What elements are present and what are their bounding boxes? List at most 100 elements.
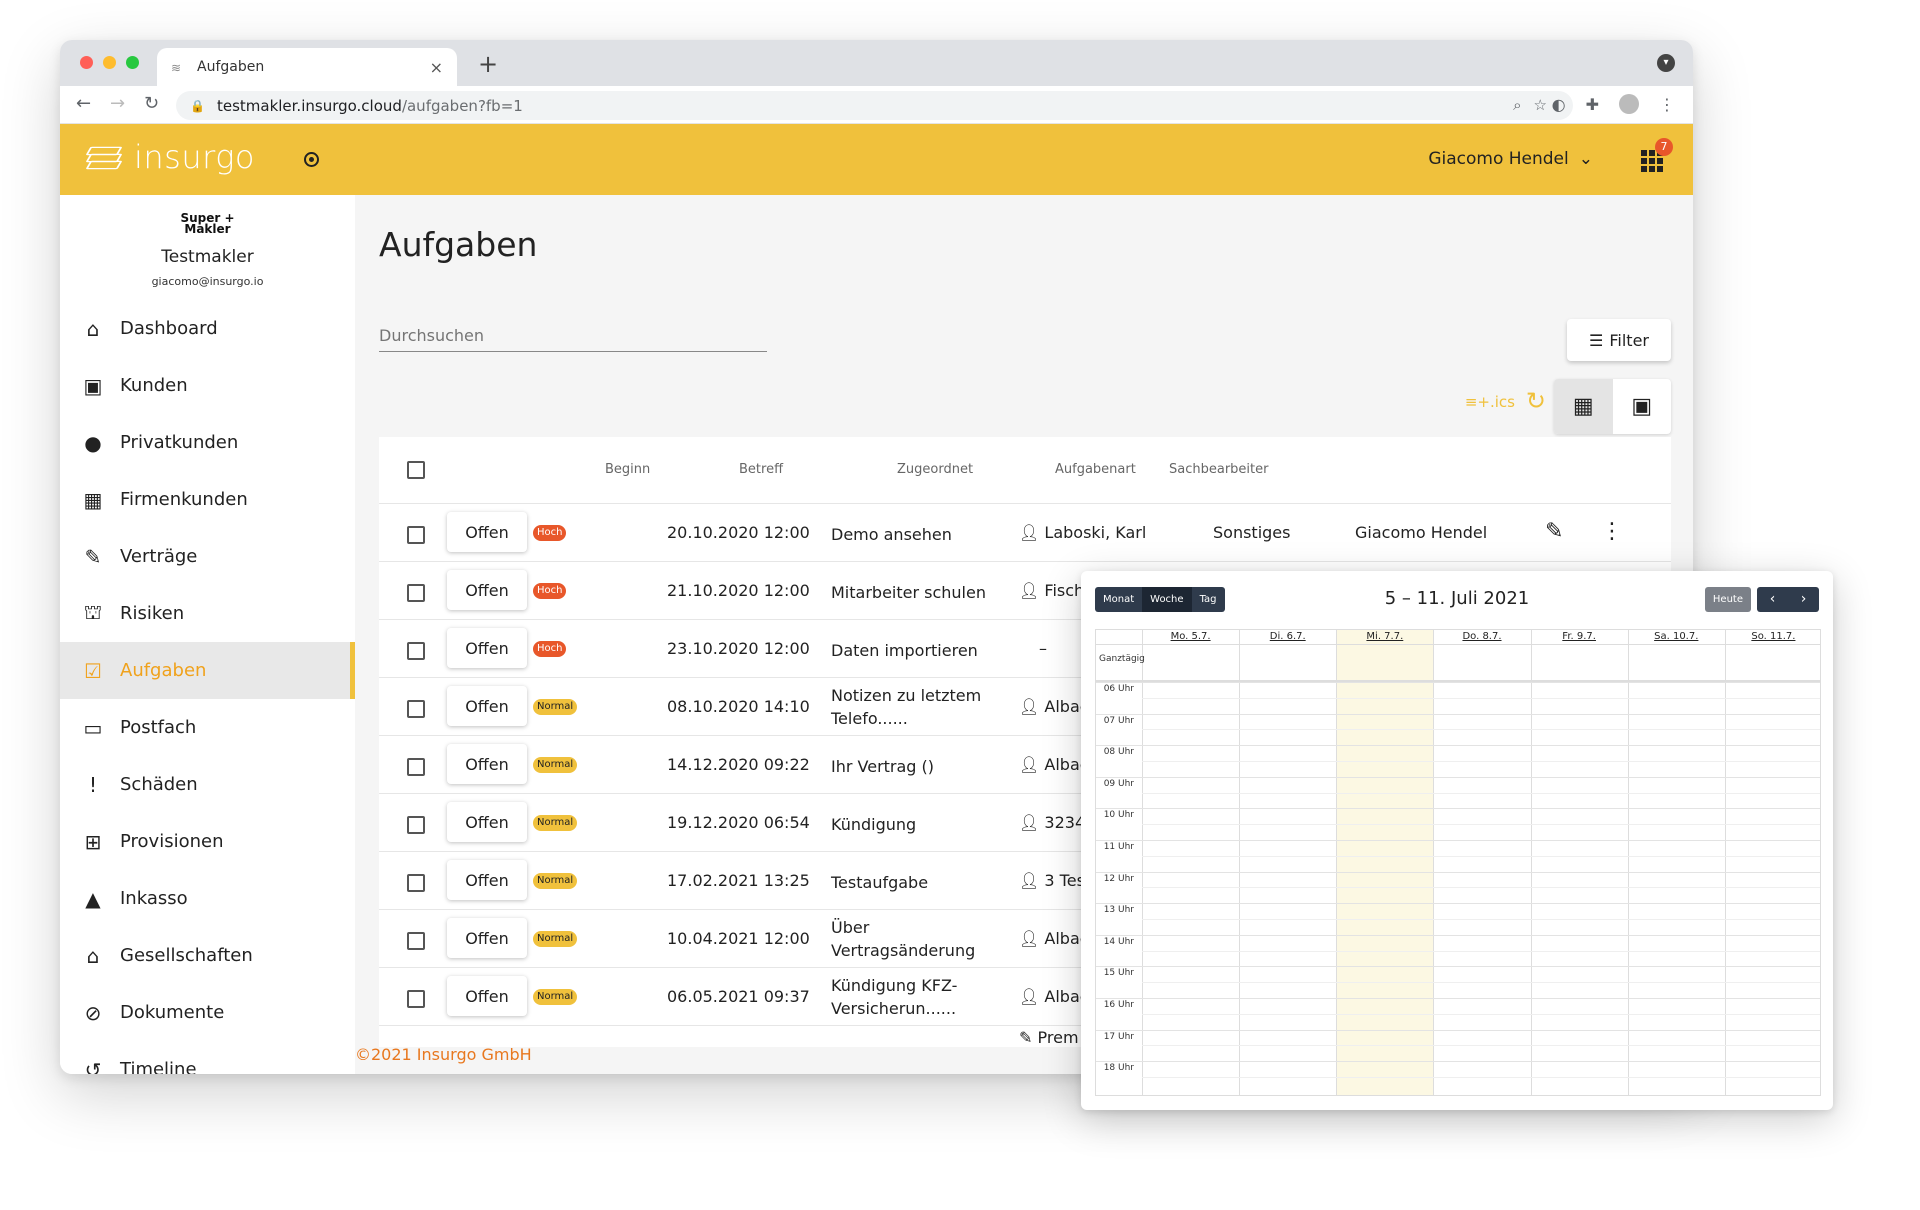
col-zugeordnet[interactable]: Zugeordnet	[897, 462, 973, 477]
row-checkbox[interactable]	[407, 642, 425, 660]
day-header[interactable]: Do. 8.7.	[1433, 630, 1530, 644]
row-assignee[interactable]: 👤︎ Fisch	[1019, 581, 1084, 600]
edit-icon[interactable]: ✎	[1545, 519, 1563, 544]
table-view-icon[interactable]: ▦	[1554, 379, 1613, 434]
next-week-button[interactable]: ›	[1788, 587, 1819, 612]
sidebar-item-privatkunden[interactable]: ● Privatkunden	[60, 414, 355, 471]
profile-avatar[interactable]	[1619, 94, 1639, 114]
insurgo-logo[interactable]: insurgo	[85, 138, 255, 176]
forward-icon[interactable]: →	[110, 93, 125, 114]
row-subject[interactable]: Daten importieren	[831, 639, 1011, 662]
row-subject[interactable]: Demo ansehen	[831, 523, 1011, 546]
row-assignee[interactable]: 👤︎ 3 Tes	[1019, 871, 1085, 890]
row-checkbox[interactable]	[407, 584, 425, 602]
day-column[interactable]	[1142, 630, 1239, 1095]
sidebar-item-kunden[interactable]: ▣ Kunden	[60, 357, 355, 414]
sidebar-item-timeline[interactable]: ↺ Timeline	[60, 1041, 355, 1075]
ics-export-button[interactable]: ≡+.ics	[1465, 393, 1515, 411]
maximize-window-button[interactable]	[126, 56, 139, 69]
day-column[interactable]	[1433, 630, 1530, 1095]
status-button[interactable]: Offen	[447, 570, 527, 610]
person-icon: 👤︎	[1019, 929, 1045, 948]
reload-icon[interactable]: ↻	[144, 93, 159, 114]
day-header[interactable]: Mo. 5.7.	[1142, 630, 1239, 644]
day-header[interactable]: Sa. 10.7.	[1628, 630, 1725, 644]
col-sachbearbeiter[interactable]: Sachbearbeiter	[1169, 462, 1268, 477]
row-assignee[interactable]: 👤︎ Laboski, Karl	[1019, 523, 1146, 542]
day-header[interactable]: Di. 6.7.	[1239, 630, 1336, 644]
sidebar-item-gesellschaften[interactable]: ⌂ Gesellschaften	[60, 927, 355, 984]
day-header[interactable]: So. 11.7.	[1725, 630, 1822, 644]
col-beginn[interactable]: Beginn	[605, 462, 650, 477]
row-checkbox[interactable]	[407, 700, 425, 718]
tab-title: Aufgaben	[197, 59, 265, 75]
back-icon[interactable]: ←	[76, 93, 91, 114]
minimize-window-button[interactable]	[103, 56, 116, 69]
row-checkbox[interactable]	[407, 990, 425, 1008]
day-column[interactable]	[1239, 630, 1336, 1095]
row-checkbox[interactable]	[407, 816, 425, 834]
sidebar-item-inkasso[interactable]: ▲ Inkasso	[60, 870, 355, 927]
row-subject[interactable]: Ihr Vertrag ()	[831, 755, 1011, 778]
row-assignee[interactable]: 👤︎ Albac	[1019, 929, 1089, 948]
extension-icon[interactable]: ◐	[1552, 95, 1566, 114]
sidebar-item-risiken[interactable]: ⛫ Risiken	[60, 585, 355, 642]
browser-menu-icon[interactable]: ⋮	[1659, 95, 1675, 114]
tab-close-icon[interactable]: ×	[430, 58, 443, 77]
select-all-checkbox[interactable]	[407, 461, 425, 479]
sidebar-item-provisionen[interactable]: ⊞ Provisionen	[60, 813, 355, 870]
record-icon[interactable]	[304, 152, 319, 167]
row-assignee[interactable]: 👤︎ Albac	[1019, 987, 1089, 1006]
row-checkbox[interactable]	[407, 758, 425, 776]
row-checkbox[interactable]	[407, 874, 425, 892]
row-checkbox[interactable]	[407, 526, 425, 544]
sidebar-item-verträge[interactable]: ✎ Verträge	[60, 528, 355, 585]
status-button[interactable]: Offen	[447, 860, 527, 900]
tab-search-icon[interactable]: ▾	[1657, 54, 1675, 72]
user-menu[interactable]: Giacomo Hendel ⌄	[1428, 149, 1593, 169]
status-button[interactable]: Offen	[447, 744, 527, 784]
sidebar-item-dashboard[interactable]: ⌂ Dashboard	[60, 300, 355, 357]
sidebar-item-postfach[interactable]: ▭ Postfach	[60, 699, 355, 756]
sidebar-item-dokumente[interactable]: ⊘ Dokumente	[60, 984, 355, 1041]
status-button[interactable]: Offen	[447, 976, 527, 1016]
row-assignee[interactable]: 👤︎ Albac	[1019, 697, 1089, 716]
sidebar-item-schäden[interactable]: ! Schäden	[60, 756, 355, 813]
row-checkbox[interactable]	[407, 932, 425, 950]
row-subject[interactable]: Kündigung KFZ-Versicherun......	[831, 974, 1011, 1020]
status-button[interactable]: Offen	[447, 802, 527, 842]
status-button[interactable]: Offen	[447, 628, 527, 668]
row-subject[interactable]: Kündigung	[831, 813, 1011, 836]
address-bar[interactable]: 🔒 testmakler.insurgo.cloud /aufgaben?fb=…	[176, 91, 1573, 120]
row-subject[interactable]: Testaufgabe	[831, 871, 1011, 894]
col-aufgabenart[interactable]: Aufgabenart	[1055, 462, 1136, 477]
calendar-view-icon[interactable]: ▣	[1613, 379, 1672, 434]
row-subject[interactable]: Notizen zu letztem Telefo......	[831, 684, 1011, 730]
sidebar-item-aufgaben[interactable]: ☑ Aufgaben	[60, 642, 355, 699]
status-button[interactable]: Offen	[447, 512, 527, 552]
more-vert-icon[interactable]: ⋮	[1601, 519, 1623, 544]
prev-week-button[interactable]: ‹	[1757, 587, 1788, 612]
row-assignee[interactable]: 👤︎ Albac	[1019, 755, 1089, 774]
row-assignee[interactable]: 👤︎ 3234	[1019, 813, 1085, 832]
row-assignee[interactable]: –	[1039, 639, 1047, 658]
today-button[interactable]: Heute	[1704, 587, 1751, 612]
day-header[interactable]: Mi. 7.7.	[1336, 630, 1433, 644]
day-column[interactable]	[1530, 630, 1628, 1095]
day-header[interactable]: Fr. 9.7.	[1531, 630, 1628, 644]
day-column[interactable]	[1627, 630, 1725, 1095]
status-button[interactable]: Offen	[447, 686, 527, 726]
day-column[interactable]	[1724, 630, 1822, 1095]
row-subject[interactable]: Mitarbeiter schulen	[831, 581, 1011, 604]
new-tab-button[interactable]: +	[478, 50, 498, 78]
browser-tab[interactable]: ≋ Aufgaben ×	[157, 48, 457, 86]
refresh-icon[interactable]: ↻	[1526, 387, 1546, 415]
search-input[interactable]	[379, 326, 767, 352]
sidebar-item-firmenkunden[interactable]: ▦ Firmenkunden	[60, 471, 355, 528]
filter-button[interactable]: ☰ Filter	[1567, 319, 1671, 361]
close-window-button[interactable]	[80, 56, 93, 69]
col-betreff[interactable]: Betreff	[739, 462, 783, 477]
status-button[interactable]: Offen	[447, 918, 527, 958]
puzzle-icon[interactable]: ✚	[1586, 95, 1599, 114]
day-column[interactable]	[1336, 630, 1434, 1095]
